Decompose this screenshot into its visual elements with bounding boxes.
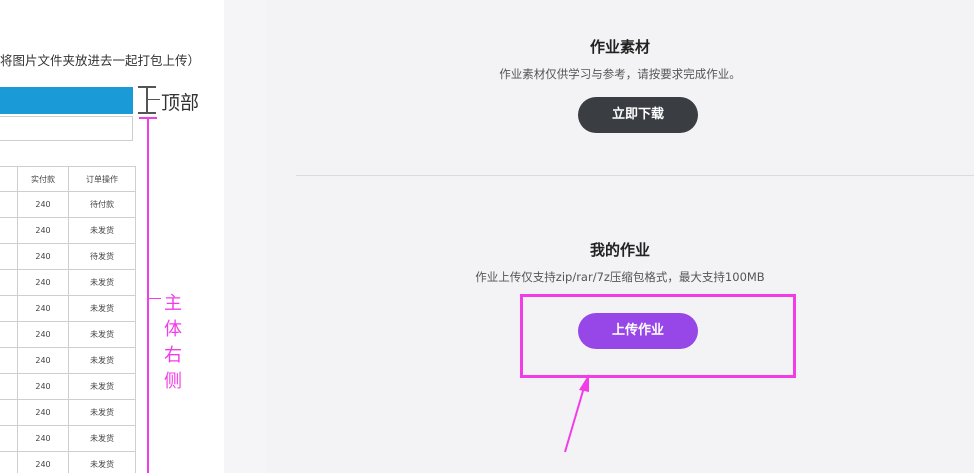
mock-order-table: 实付款 订单操作 240 待付款 240 未发货 240 待发货 240 未发货 240 未发货 2… <box>0 166 136 473</box>
table-row: 240 未发货 <box>0 217 136 244</box>
table-cell: 240 <box>17 217 69 244</box>
table-row: 240 未发货 <box>0 451 136 473</box>
table-cell: 240 <box>17 321 69 348</box>
left-preview-pane: 将图片文件夹放进去一起打包上传） 实付款 订单操作 240 待付款 240 未发货 24… <box>0 0 266 473</box>
annotation-top-label: 顶部 <box>161 92 200 114</box>
table-row: 240 未发货 <box>0 321 136 348</box>
materials-title: 作业素材 <box>589 38 650 56</box>
table-cell: 待发货 <box>68 243 136 270</box>
table-cell: 未发货 <box>68 295 136 322</box>
table-row: 240 待发货 <box>0 243 136 270</box>
table-row: 240 未发货 <box>0 347 136 374</box>
table-row: 240 未发货 <box>0 295 136 322</box>
table-cell: 未发货 <box>68 269 136 296</box>
table-cell <box>0 269 18 296</box>
table-cell <box>0 347 18 374</box>
left-pane-edge <box>224 0 266 473</box>
table-row: 240 未发货 <box>0 425 136 452</box>
table-cell: 未发货 <box>68 425 136 452</box>
annotation-top-bracket <box>146 86 148 114</box>
download-button[interactable]: 立即下载 <box>578 97 698 133</box>
table-cell <box>0 243 18 270</box>
table-cell <box>0 321 18 348</box>
table-cell <box>0 399 18 426</box>
section-divider <box>296 175 974 176</box>
table-header-row: 实付款 订单操作 <box>0 166 136 192</box>
table-cell: 240 <box>17 243 69 270</box>
table-cell: 未发货 <box>68 347 136 374</box>
table-header-cell: 实付款 <box>17 166 69 192</box>
table-cell: 240 <box>17 399 69 426</box>
annotation-highlight-box <box>520 294 796 378</box>
annotation-body-bracket-cap <box>139 117 157 119</box>
table-cell <box>0 191 18 218</box>
table-header-cell: 订单操作 <box>68 166 136 192</box>
upload-instruction-text: 将图片文件夹放进去一起打包上传） <box>0 53 201 68</box>
annotation-top-bracket-cap <box>138 112 156 114</box>
homework-description: 作业上传仅支持zip/rar/7z压缩包格式，最大支持100MB <box>475 270 765 284</box>
table-cell: 240 <box>17 295 69 322</box>
annotation-arrow-icon <box>564 374 589 453</box>
table-cell: 240 <box>17 373 69 400</box>
table-cell <box>0 425 18 452</box>
annotation-top-pointer <box>148 99 160 100</box>
table-cell <box>0 451 18 473</box>
table-cell: 未发货 <box>68 217 136 244</box>
table-cell: 240 <box>17 425 69 452</box>
table-row: 240 未发货 <box>0 269 136 296</box>
table-cell <box>0 217 18 244</box>
mock-toolbar-row <box>0 116 133 141</box>
materials-description: 作业素材仅供学习与参考，请按要求完成作业。 <box>499 67 741 81</box>
annotation-body-bracket <box>147 117 149 473</box>
table-cell: 240 <box>17 269 69 296</box>
table-row: 240 未发货 <box>0 373 136 400</box>
table-row: 240 待付款 <box>0 191 136 218</box>
table-cell <box>0 373 18 400</box>
table-cell: 未发货 <box>68 373 136 400</box>
table-cell: 未发货 <box>68 451 136 473</box>
table-cell: 待付款 <box>68 191 136 218</box>
table-cell: 未发货 <box>68 399 136 426</box>
table-header-cell <box>0 166 18 192</box>
table-cell: 240 <box>17 451 69 473</box>
homework-panel: 作业素材 作业素材仅供学习与参考，请按要求完成作业。 立即下载 我的作业 作业上… <box>266 0 974 473</box>
table-cell: 240 <box>17 347 69 374</box>
table-cell <box>0 295 18 322</box>
table-cell: 240 <box>17 191 69 218</box>
table-cell: 未发货 <box>68 321 136 348</box>
table-row: 240 未发货 <box>0 399 136 426</box>
mock-page-header-bar <box>0 87 133 114</box>
annotation-top-bracket-cap <box>138 86 156 88</box>
homework-title: 我的作业 <box>589 241 650 259</box>
annotation-body-label: 主体右侧 <box>164 293 182 392</box>
annotation-body-pointer <box>149 298 161 299</box>
